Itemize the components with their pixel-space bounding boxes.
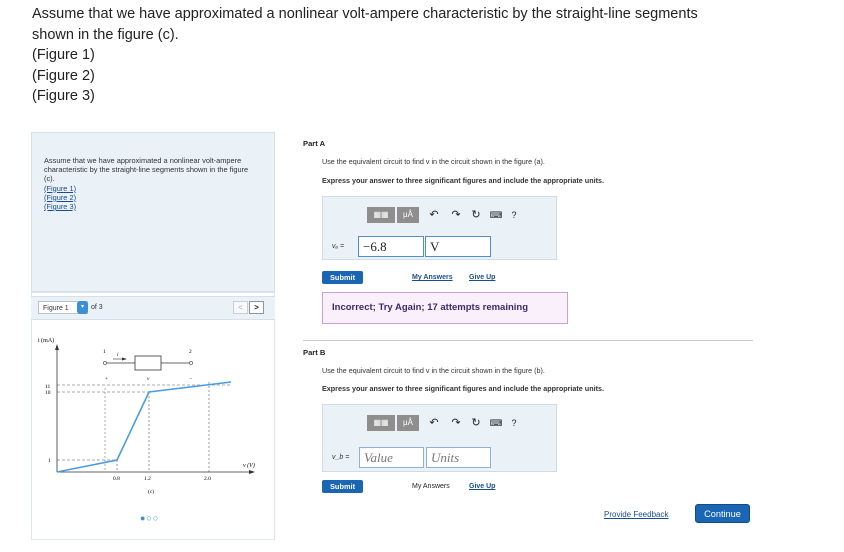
part-a-units-input[interactable]: V — [425, 236, 491, 257]
keyboard-icon[interactable]: ⌨ — [489, 415, 503, 431]
continue-button[interactable]: Continue — [695, 504, 750, 523]
redo-icon[interactable]: ↷ — [449, 207, 463, 223]
undo-icon[interactable]: ↶ — [427, 207, 441, 223]
template-icon[interactable]: ▦▦ — [367, 207, 395, 223]
next-figure-button[interactable]: > — [249, 301, 264, 314]
figure-caption: (c) — [148, 488, 154, 495]
node-1-label: 1 — [103, 349, 106, 355]
part-b-answer-panel: ▦▦ μÅ ↶ ↷ ↻ ⌨ ? v_b = Value Units — [322, 404, 557, 472]
units-symbol-button[interactable]: μÅ — [397, 415, 419, 431]
figure-select-value: Figure 1 — [43, 305, 69, 312]
current-label: i — [117, 352, 119, 358]
part-b-toolbar: ▦▦ μÅ ↶ ↷ ↻ ⌨ ? — [363, 412, 553, 434]
panel-figure-3-link[interactable]: (Figure 3) — [44, 202, 269, 211]
part-b-format: Express your answer to three significant… — [322, 384, 604, 393]
part-a-my-answers-link[interactable]: My Answers — [412, 274, 453, 281]
voltage-label: v — [147, 376, 150, 382]
panel-statement-text: Assume that we have approximated a nonli… — [44, 156, 249, 184]
part-a-title: Part A — [303, 139, 326, 148]
part-b-give-up-link[interactable]: Give Up — [469, 483, 495, 490]
x-tick-1-2: 1.2 — [144, 476, 151, 482]
vi-characteristic-figure: i (mA) v (V) 11 10 1 0.8 1.2 2.0 (c) 1 2… — [38, 337, 255, 495]
x-tick-2-0: 2.0 — [204, 476, 211, 482]
part-b-title: Part B — [303, 348, 326, 357]
units-symbol-button[interactable]: μÅ — [397, 207, 419, 223]
reset-icon[interactable]: ↻ — [469, 207, 483, 223]
figure-3-link[interactable]: (Figure 3) — [32, 86, 792, 107]
provide-feedback-link[interactable]: Provide Feedback — [604, 510, 668, 519]
problem-statement: Assume that we have approximated a nonli… — [32, 4, 792, 107]
y-tick-10: 10 — [45, 390, 51, 396]
help-icon[interactable]: ? — [507, 415, 521, 431]
part-b-variable-label: v_b = — [332, 454, 350, 461]
part-b-my-answers: My Answers — [412, 483, 450, 490]
keyboard-icon[interactable]: ⌨ — [489, 207, 503, 223]
part-b-submit-button[interactable]: Submit — [322, 480, 364, 493]
x-axis-label: v (V) — [243, 462, 255, 469]
minus-sign: − — [189, 376, 192, 382]
intro-line-2: shown in the figure (c). — [32, 26, 179, 43]
panel-figure-1-link[interactable]: (Figure 1) — [44, 184, 269, 193]
redo-icon[interactable]: ↷ — [449, 415, 463, 431]
vi-curve — [56, 381, 232, 473]
node-2-label: 2 — [189, 349, 192, 355]
part-a-feedback: Incorrect; Try Again; 17 attempts remain… — [322, 292, 568, 324]
intro-line-1: Assume that we have approximated a nonli… — [32, 6, 698, 22]
figure-pager[interactable]: ●○○ — [140, 513, 159, 523]
device-symbol: 1 2 i + v − — [103, 349, 193, 382]
part-b-units-input[interactable]: Units — [426, 447, 491, 468]
help-icon[interactable]: ? — [507, 207, 521, 223]
part-b-instruction: Use the equivalent circuit to find v in … — [322, 366, 545, 375]
figure-select[interactable]: Figure 1 ▾ — [38, 301, 88, 314]
part-a-answer-panel: ▦▦ μÅ ↶ ↷ ↻ ⌨ ? vₐ = −6.8 V — [322, 196, 557, 260]
part-a-give-up-link[interactable]: Give Up — [469, 274, 495, 281]
part-a-instruction: Use the equivalent circuit to find v in … — [322, 157, 545, 166]
part-a-submit-button[interactable]: Submit — [322, 271, 364, 284]
previous-figure-button[interactable]: < — [233, 301, 248, 314]
panel-figure-2-link[interactable]: (Figure 2) — [44, 193, 269, 202]
part-a-value-input[interactable]: −6.8 — [358, 236, 424, 257]
panel-statement: Assume that we have approximated a nonli… — [44, 156, 269, 211]
x-tick-0-8: 0.8 — [113, 476, 120, 482]
x-axis-arrow — [249, 470, 255, 474]
part-a-toolbar: ▦▦ μÅ ↶ ↷ ↻ ⌨ ? — [363, 204, 553, 226]
figure-1-link[interactable]: (Figure 1) — [32, 45, 792, 66]
reset-icon[interactable]: ↻ — [469, 415, 483, 431]
figure-2-link[interactable]: (Figure 2) — [32, 66, 792, 87]
part-a-format: Express your answer to three significant… — [322, 176, 604, 185]
part-divider — [303, 340, 753, 341]
undo-icon[interactable]: ↶ — [427, 415, 441, 431]
y-tick-1: 1 — [48, 458, 51, 464]
y-axis-label: i (mA) — [38, 337, 54, 344]
part-b-value-input[interactable]: Value — [359, 447, 424, 468]
figure-count: of 3 — [91, 304, 103, 311]
template-icon[interactable]: ▦▦ — [367, 415, 395, 431]
y-axis-arrow — [55, 344, 59, 350]
plus-sign: + — [105, 376, 108, 382]
chevron-down-icon[interactable]: ▾ — [77, 301, 88, 314]
part-a-variable-label: vₐ = — [332, 243, 345, 250]
